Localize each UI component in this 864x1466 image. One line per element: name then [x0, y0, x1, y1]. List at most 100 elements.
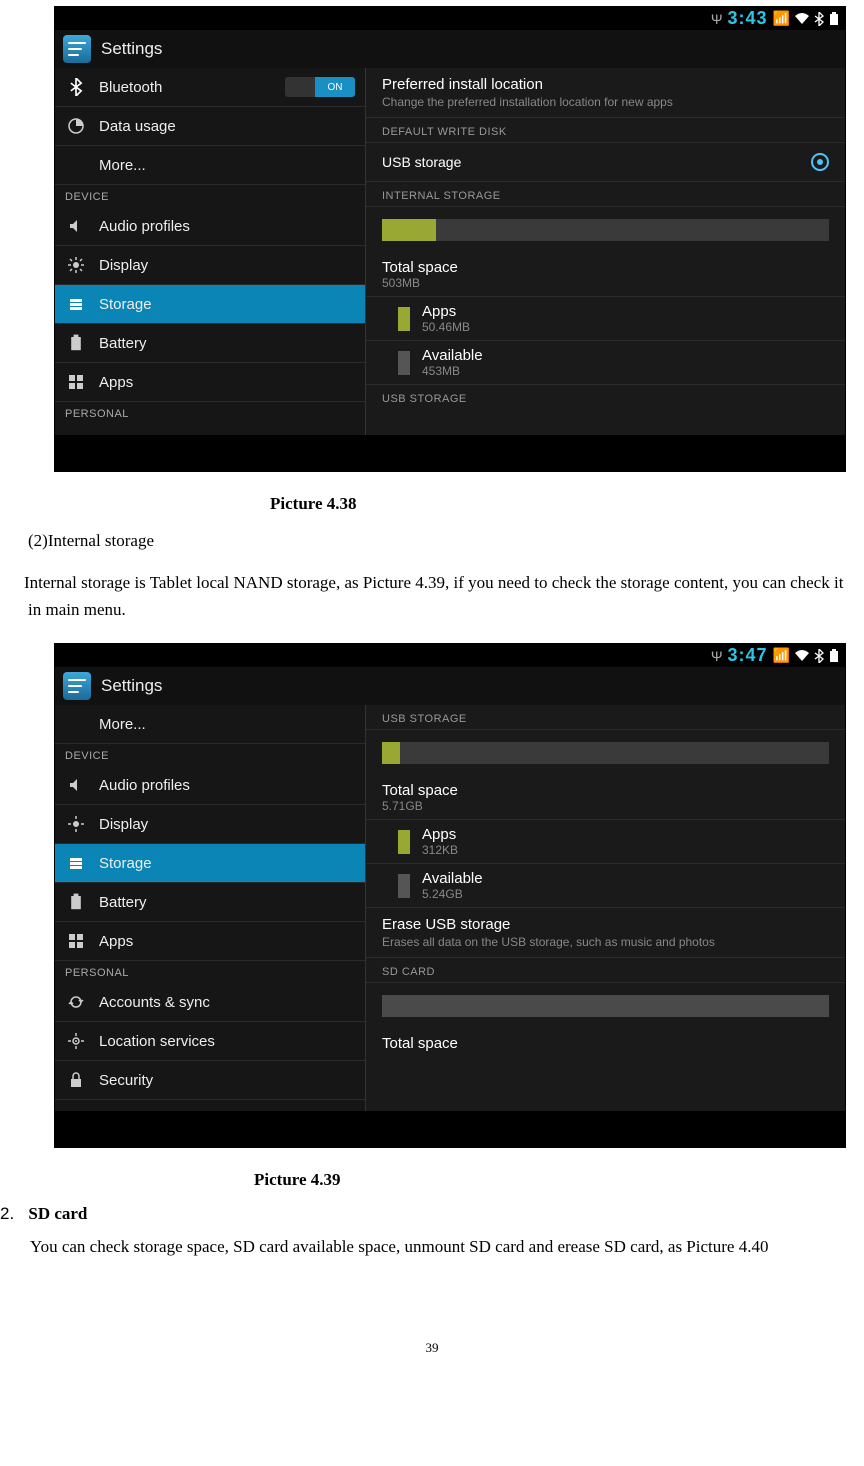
- sidebar-item-display[interactable]: Display: [55, 246, 365, 285]
- signal-icon: 📶: [773, 10, 790, 27]
- settings-sidebar: Bluetooth ON Data usage More... DEVICE: [55, 68, 366, 435]
- apps-icon: [65, 374, 87, 390]
- sidebar-item-security[interactable]: Security: [55, 1061, 365, 1100]
- section-usb-storage: USB STORAGE: [366, 385, 845, 409]
- erase-usb-row[interactable]: Erase USB storage Erases all data on the…: [366, 908, 845, 958]
- lock-icon: [65, 1072, 87, 1088]
- section-usb-storage: USB STORAGE: [366, 705, 845, 730]
- sidebar-item-apps[interactable]: Apps: [55, 922, 365, 961]
- settings-header: Settings: [55, 667, 845, 705]
- storage-icon: [65, 296, 87, 312]
- sidebar-item-storage[interactable]: Storage: [55, 844, 365, 883]
- bluetooth-status-icon: [814, 12, 824, 26]
- apps-row[interactable]: Apps 312KB: [366, 820, 845, 864]
- usb-storage-label: USB storage: [382, 154, 461, 170]
- paragraph-internal-storage: Internal storage is Tablet local NAND st…: [0, 570, 856, 623]
- page-number: 39: [0, 1340, 864, 1356]
- apps-label: Apps: [422, 826, 458, 843]
- available-label: Available: [422, 347, 483, 364]
- sidebar-item-label: Apps: [99, 933, 133, 950]
- header-title: Settings: [101, 676, 162, 696]
- status-clock: 3:43: [728, 8, 768, 29]
- location-icon: [65, 1033, 87, 1049]
- available-label: Available: [422, 870, 483, 887]
- sidebar-item-label: Display: [99, 257, 148, 274]
- sidebar-item-more[interactable]: More...: [55, 146, 365, 185]
- sidebar-item-label: Location services: [99, 1033, 215, 1050]
- sidebar-item-label: Battery: [99, 335, 147, 352]
- sidebar-item-storage[interactable]: Storage: [55, 285, 365, 324]
- sidebar-item-label: Bluetooth: [99, 79, 162, 96]
- display-icon: [65, 257, 87, 273]
- internal-storage-bar: [382, 219, 829, 241]
- status-bar: Ψ 3:47 📶: [55, 644, 845, 667]
- storage-icon: [65, 855, 87, 871]
- available-row[interactable]: Available 5.24GB: [366, 864, 845, 908]
- sidebar-section-device: DEVICE: [55, 185, 365, 207]
- audio-icon: [65, 218, 87, 234]
- total-space-row[interactable]: Total space 503MB: [366, 253, 845, 297]
- sidebar-item-location[interactable]: Location services: [55, 1022, 365, 1061]
- status-clock: 3:47: [728, 645, 768, 666]
- sidebar-item-bluetooth[interactable]: Bluetooth ON: [55, 68, 365, 107]
- sidebar-item-accounts[interactable]: Accounts & sync: [55, 424, 365, 435]
- sd-storage-bar: [382, 995, 829, 1017]
- total-value: 503MB: [382, 276, 458, 290]
- status-time-text: 3:47: [728, 645, 768, 666]
- section-internal: INTERNAL STORAGE: [366, 182, 845, 207]
- sidebar-item-more[interactable]: More...: [55, 705, 365, 744]
- sidebar-item-label: Data usage: [99, 118, 176, 135]
- sidebar-item-label: Accounts & sync: [99, 994, 210, 1011]
- pref-install-location[interactable]: Preferred install location Change the pr…: [366, 68, 845, 118]
- list-title: SD card: [28, 1204, 87, 1223]
- sidebar-item-audio[interactable]: Audio profiles: [55, 766, 365, 805]
- sidebar-item-accounts[interactable]: Accounts & sync: [55, 983, 365, 1022]
- bluetooth-toggle[interactable]: ON: [285, 77, 355, 97]
- settings-header: Settings: [55, 30, 845, 68]
- sync-icon: [65, 994, 87, 1010]
- caption-4-39: Picture 4.39: [254, 1170, 864, 1190]
- sidebar-item-label: Storage: [99, 296, 152, 313]
- apps-icon: [65, 933, 87, 949]
- display-icon: [65, 816, 87, 832]
- sidebar-item-datausage[interactable]: Data usage: [55, 107, 365, 146]
- usb-storage-row[interactable]: USB storage: [366, 143, 845, 182]
- available-value: 5.24GB: [422, 887, 483, 901]
- battery-menu-icon: [65, 893, 87, 911]
- sidebar-section-personal: PERSONAL: [55, 961, 365, 983]
- available-row[interactable]: Available 453MB: [366, 341, 845, 385]
- bluetooth-status-icon: [814, 649, 824, 663]
- sidebar-section-device: DEVICE: [55, 744, 365, 766]
- settings-sidebar: More... DEVICE Audio profiles Display: [55, 705, 366, 1111]
- list-number: 2.: [0, 1204, 14, 1223]
- settings-app-icon: [63, 672, 91, 700]
- radio-selected-icon: [811, 153, 829, 171]
- sidebar-item-label: More...: [99, 716, 146, 733]
- usb-icon: Ψ: [711, 11, 723, 27]
- settings-detail-pane: Preferred install location Change the pr…: [366, 68, 845, 435]
- settings-app-icon: [63, 35, 91, 63]
- total-label: Total space: [382, 259, 458, 276]
- header-title: Settings: [101, 39, 162, 59]
- toggle-on-label: ON: [315, 77, 355, 97]
- section-sd-card: SD CARD: [366, 958, 845, 983]
- bluetooth-icon: [65, 78, 87, 96]
- erase-title: Erase USB storage: [382, 916, 829, 933]
- section-default-disk: DEFAULT WRITE DISK: [366, 118, 845, 143]
- apps-row[interactable]: Apps 50.46MB: [366, 297, 845, 341]
- sd-total-label: Total space: [382, 1035, 458, 1052]
- sidebar-item-battery[interactable]: Battery: [55, 324, 365, 363]
- sd-total-row[interactable]: Total space: [366, 1029, 845, 1058]
- total-space-row[interactable]: Total space 5.71GB: [366, 776, 845, 820]
- figure-4-39: Ψ 3:47 📶 Settings: [54, 643, 846, 1148]
- pref-sub: Change the preferred installation locati…: [382, 95, 829, 109]
- battery-icon: [829, 12, 839, 26]
- list-item-sd-card: 2. SD card: [0, 1204, 864, 1224]
- sidebar-item-apps[interactable]: Apps: [55, 363, 365, 402]
- usb-storage-bar: [382, 742, 829, 764]
- battery-menu-icon: [65, 334, 87, 352]
- sidebar-item-battery[interactable]: Battery: [55, 883, 365, 922]
- sidebar-item-display[interactable]: Display: [55, 805, 365, 844]
- sidebar-item-audio[interactable]: Audio profiles: [55, 207, 365, 246]
- wifi-icon: [795, 13, 809, 25]
